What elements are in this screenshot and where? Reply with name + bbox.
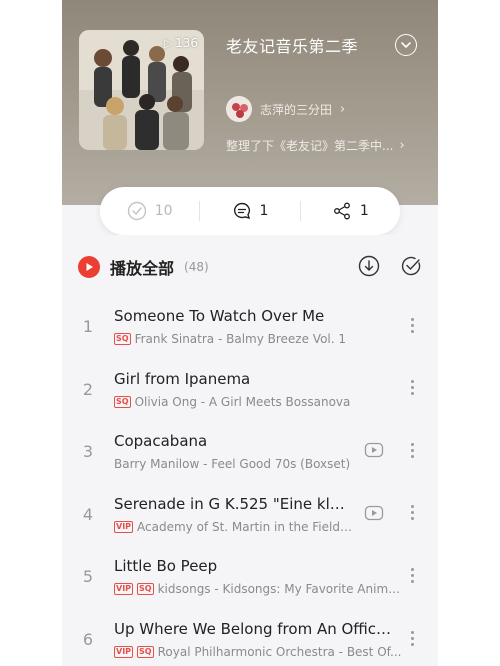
play-count-value: 136 [175, 36, 198, 50]
song-row[interactable]: 1 Someone To Watch Over Me SQ Frank Sinatra… [62, 299, 438, 361]
song-index: 2 [82, 379, 94, 399]
playlist-screen: ▷ 136 老友记音乐第二季 志萍的三分田 › 整理了下《老友记》第二季中... [62, 0, 438, 666]
song-index: 6 [82, 630, 94, 649]
song-title: Someone To Watch Over Me [114, 307, 325, 325]
creator-name: 志萍的三分田 [260, 102, 333, 117]
chevron-right-icon: › [399, 138, 405, 153]
more-options-icon[interactable] [406, 501, 418, 525]
more-options-icon[interactable] [406, 438, 418, 462]
song-index: 4 [82, 504, 94, 524]
play-all-label: 播放全部 [110, 259, 175, 278]
more-options-icon[interactable] [406, 563, 418, 587]
action-bar: 10 1 1 [100, 187, 400, 235]
song-meta: SQ Olivia Ong - A Girl Meets Bossanova [114, 395, 402, 409]
song-meta: VIP Academy of St. Martin in the Fields/.… [114, 520, 352, 534]
collapse-button[interactable] [395, 34, 417, 56]
song-row[interactable]: 6 Up Where We Belong from An Officer and … [62, 612, 438, 666]
song-count: (48) [184, 260, 209, 274]
song-artist-album: Academy of St. Martin in the Fields/... [137, 519, 352, 534]
vip-badge: VIP [114, 583, 134, 596]
song-artist-album: Frank Sinatra - Balmy Breeze Vol. 1 [134, 332, 347, 346]
song-title: Girl from Ipanema [114, 369, 251, 388]
video-play-icon[interactable] [364, 440, 384, 460]
multi-select-button[interactable] [400, 255, 422, 277]
share-button[interactable]: 1 [301, 201, 400, 221]
playlist-cover[interactable]: ▷ 136 [79, 30, 204, 150]
description-text: 整理了下《老友记》第二季中... [226, 139, 394, 153]
download-icon [358, 255, 380, 277]
song-title: Up Where We Belong from An Officer and a… [114, 620, 399, 638]
comment-icon [233, 202, 250, 220]
check-list-icon [401, 256, 421, 276]
more-options-icon[interactable] [406, 626, 418, 650]
avatar [226, 96, 252, 122]
song-title: Serenade in G K.525 "Eine kleine Nachtmu… [114, 494, 346, 513]
more-options-icon[interactable] [406, 376, 418, 400]
download-button[interactable] [358, 255, 380, 277]
song-row[interactable]: 2 Girl from Ipanema SQ Olivia Ong - A Girl … [62, 362, 438, 424]
chevron-down-icon [401, 42, 411, 49]
vip-badge: VIP [114, 646, 134, 658]
share-count: 1 [359, 203, 369, 219]
sq-badge: SQ [114, 395, 131, 408]
comment-count: 1 [259, 203, 269, 219]
vip-badge: VIP [114, 520, 134, 533]
song-artist-album: Royal Philharmonic Orchestra - Best Of..… [157, 645, 402, 659]
collect-button[interactable]: 10 [100, 201, 199, 221]
sq-badge: SQ [137, 583, 154, 596]
play-all-button[interactable]: 播放全部 (48) [78, 255, 209, 279]
chevron-right-icon: › [340, 101, 346, 117]
song-index: 1 [82, 317, 94, 336]
song-title: Copacabana [114, 432, 208, 451]
playlist-title: 老友记音乐第二季 [226, 37, 359, 56]
song-artist-album: Olivia Ong - A Girl Meets Bossanova [134, 394, 351, 409]
song-artist-album: Barry Manilow - Feel Good 70s (Boxset) [114, 457, 351, 472]
song-row[interactable]: 3 Copacabana Barry Manilow - Feel Good 70s… [62, 424, 438, 486]
song-title: Little Bo Peep [114, 557, 218, 576]
play-all-icon [78, 256, 100, 278]
song-meta: SQ Frank Sinatra - Balmy Breeze Vol. 1 [114, 332, 402, 346]
song-index: 3 [82, 442, 94, 462]
playlist-header: ▷ 136 老友记音乐第二季 志萍的三分田 › 整理了下《老友记》第二季中... [62, 0, 438, 205]
song-artist-album: kidsongs - Kidsongs: My Favorite Animal … [157, 582, 402, 597]
song-meta: VIP SQ kidsongs - Kidsongs: My Favorite An… [114, 582, 402, 596]
song-row[interactable]: 4 Serenade in G K.525 "Eine kleine Nachtm… [62, 487, 438, 549]
song-row[interactable]: 5 Little Bo Peep VIP SQ kidsongs - Kidsongs:… [62, 549, 438, 611]
comment-button[interactable]: 1 [200, 201, 299, 221]
sq-badge: SQ [114, 333, 131, 345]
play-icon: ▷ [163, 36, 174, 50]
collect-count: 10 [154, 203, 173, 219]
playlist-description[interactable]: 整理了下《老友记》第二季中... › [226, 137, 421, 154]
song-index: 5 [82, 567, 94, 587]
share-icon [333, 202, 350, 220]
sq-badge: SQ [137, 646, 154, 658]
more-options-icon[interactable] [406, 313, 418, 337]
play-icon [86, 263, 93, 271]
play-count: ▷ 136 [164, 36, 198, 50]
creator-row[interactable]: 志萍的三分田 › [226, 96, 345, 122]
song-meta: VIP SQ Royal Philharmonic Orchestra - Best… [114, 645, 402, 659]
check-circle-icon [127, 201, 146, 221]
song-list-panel: 播放全部 (48) 1 Someone To Watch Over Me SQ Fra… [62, 235, 438, 666]
song-meta: Barry Manilow - Feel Good 70s (Boxset) [114, 457, 352, 471]
avatar-image [227, 97, 251, 121]
video-play-icon[interactable] [364, 503, 384, 523]
